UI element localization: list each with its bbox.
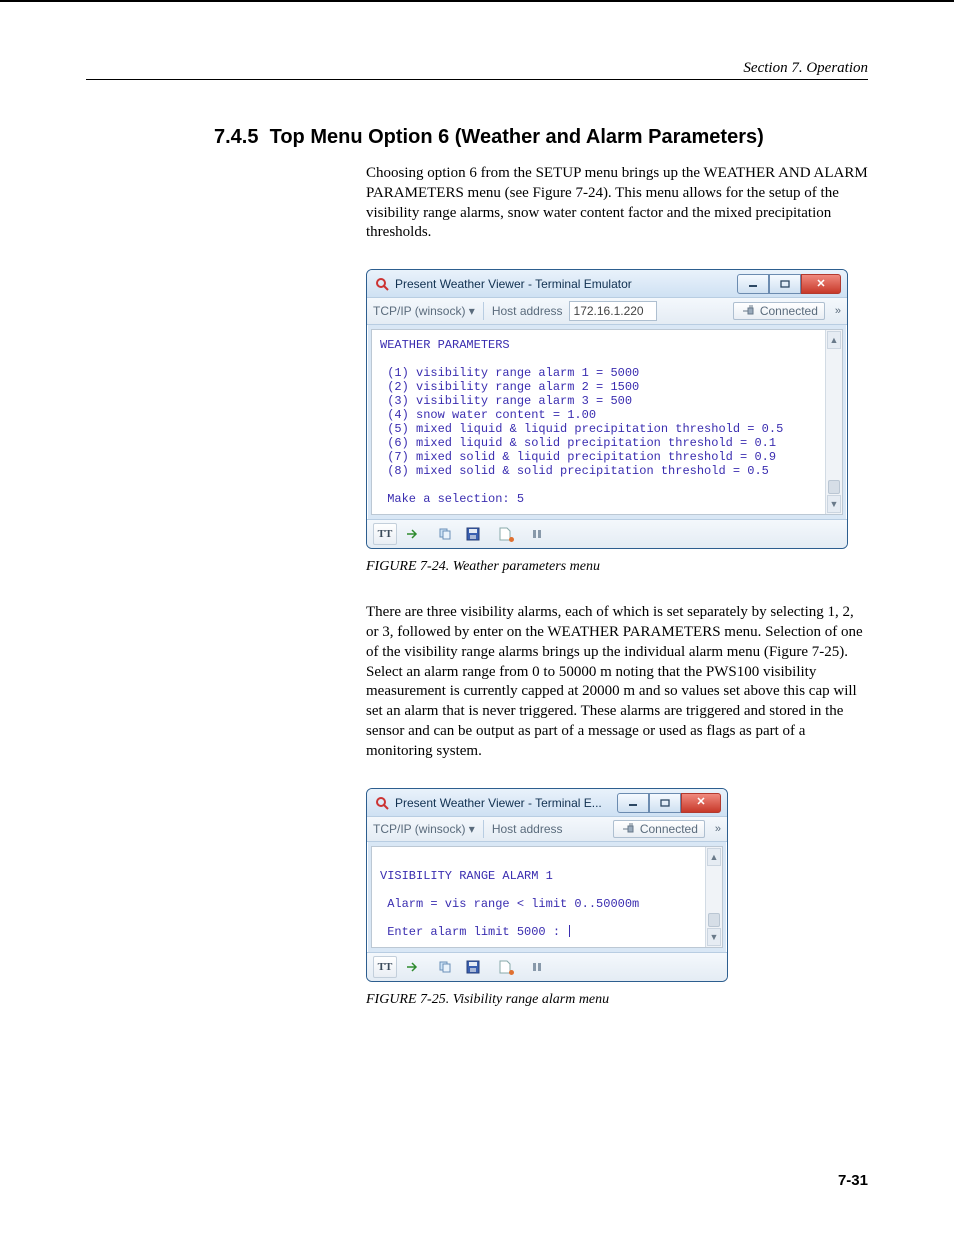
minimize-button[interactable] [737, 274, 769, 294]
prompt: Enter alarm limit 5000 : [380, 925, 567, 939]
figure-caption: FIGURE 7-24. Weather parameters menu [366, 559, 868, 575]
menu-item: (7) mixed solid & liquid precipitation t… [380, 450, 776, 464]
separator [483, 302, 484, 320]
arrow-right-icon [406, 528, 420, 540]
protocol-dropdown[interactable]: TCP/IP (winsock) ▾ [373, 304, 475, 318]
page-number: 7-31 [838, 1172, 868, 1189]
save-button[interactable] [461, 523, 485, 545]
scroll-thumb[interactable] [828, 480, 840, 494]
host-address-input[interactable] [569, 301, 657, 321]
save-button[interactable] [461, 956, 485, 978]
connection-toolbar: TCP/IP (winsock) ▾ Host address Connecte… [367, 297, 847, 325]
connection-toolbar: TCP/IP (winsock) ▾ Host address Connecte… [367, 816, 727, 842]
bottom-toolbar: TT [367, 952, 727, 981]
window-title: Present Weather Viewer - Terminal Emulat… [395, 277, 737, 291]
page: Section 7. Operation 7.4.5 Top Menu Opti… [0, 0, 954, 1235]
plug-icon [740, 304, 756, 318]
floppy-icon [466, 960, 480, 974]
tt-button[interactable]: TT [373, 523, 397, 545]
menu-item: (8) mixed solid & solid precipitation th… [380, 464, 769, 478]
menu-item: (4) snow water content = 1.00 [380, 408, 596, 422]
terminal-area: VISIBILITY RANGE ALARM 1 Alarm = vis ran… [371, 846, 723, 948]
menu-item: (2) visibility range alarm 2 = 1500 [380, 380, 639, 394]
figure-caption: FIGURE 7-25. Visibility range alarm menu [366, 992, 868, 1008]
overflow-chevrons-icon[interactable]: » [835, 305, 841, 317]
section-title: Top Menu Option 6 (Weather and Alarm Par… [270, 126, 764, 148]
titlebar[interactable]: Present Weather Viewer - Terminal Emulat… [367, 270, 847, 297]
protocol-label: TCP/IP (winsock) [373, 822, 465, 836]
arrow-right-icon [406, 961, 420, 973]
scroll-up-button[interactable]: ▲ [707, 848, 721, 866]
connect-button[interactable]: Connected [613, 820, 705, 838]
section-heading: 7.4.5 Top Menu Option 6 (Weather and Ala… [214, 126, 868, 149]
prompt: Make a selection: 5 [380, 492, 524, 506]
terminal-area: WEATHER PARAMETERS (1) visibility range … [371, 329, 843, 515]
pause-button[interactable] [525, 523, 549, 545]
host-address-label: Host address [492, 822, 563, 836]
terminal-window-weather-params: Present Weather Viewer - Terminal Emulat… [366, 269, 848, 549]
app-icon [375, 277, 389, 291]
running-header: Section 7. Operation [86, 60, 868, 80]
plug-icon [620, 822, 636, 836]
copy-button[interactable] [433, 523, 457, 545]
scroll-thumb[interactable] [708, 913, 720, 927]
copy-button[interactable] [433, 956, 457, 978]
menu-item: (6) mixed liquid & solid precipitation t… [380, 436, 776, 450]
menu-item: (1) visibility range alarm 1 = 5000 [380, 366, 639, 380]
window-title: Present Weather Viewer - Terminal E... [395, 796, 617, 810]
vertical-scrollbar[interactable]: ▲ ▼ [825, 330, 842, 514]
connect-button[interactable]: Connected [733, 302, 825, 320]
protocol-label: TCP/IP (winsock) [373, 304, 465, 318]
info-line: Alarm = vis range < limit 0..50000m [380, 897, 639, 911]
menu-title: WEATHER PARAMETERS [380, 338, 510, 352]
send-button[interactable] [401, 956, 425, 978]
file-icon [499, 527, 511, 541]
middle-paragraph: There are three visibility alarms, each … [366, 603, 868, 761]
menu-title: VISIBILITY RANGE ALARM 1 [380, 869, 553, 883]
copy-icon [438, 527, 452, 541]
pause-icon [531, 961, 543, 973]
new-file-button[interactable] [493, 956, 517, 978]
maximize-button[interactable] [769, 274, 801, 294]
host-address-label: Host address [492, 304, 563, 318]
close-button[interactable]: ✕ [681, 793, 721, 813]
connected-label: Connected [640, 822, 698, 836]
scroll-down-button[interactable]: ▼ [827, 495, 841, 513]
terminal-window-visibility-alarm: Present Weather Viewer - Terminal E... ✕… [366, 788, 728, 982]
vertical-scrollbar[interactable]: ▲ ▼ [705, 847, 722, 947]
app-icon [375, 796, 389, 810]
maximize-button[interactable] [649, 793, 681, 813]
separator [483, 820, 484, 838]
titlebar[interactable]: Present Weather Viewer - Terminal E... ✕ [367, 789, 727, 816]
pause-icon [531, 528, 543, 540]
tt-button[interactable]: TT [373, 956, 397, 978]
send-button[interactable] [401, 523, 425, 545]
close-button[interactable]: ✕ [801, 274, 841, 294]
minimize-button[interactable] [617, 793, 649, 813]
pause-button[interactable] [525, 956, 549, 978]
scroll-down-button[interactable]: ▼ [707, 928, 721, 946]
bottom-toolbar: TT [367, 519, 847, 548]
floppy-icon [466, 527, 480, 541]
scroll-up-button[interactable]: ▲ [827, 331, 841, 349]
menu-item: (3) visibility range alarm 3 = 500 [380, 394, 632, 408]
copy-icon [438, 960, 452, 974]
terminal-output[interactable]: WEATHER PARAMETERS (1) visibility range … [372, 330, 825, 514]
file-icon [499, 960, 511, 974]
intro-paragraph: Choosing option 6 from the SETUP menu br… [366, 164, 868, 243]
terminal-output[interactable]: VISIBILITY RANGE ALARM 1 Alarm = vis ran… [372, 847, 705, 947]
menu-item: (5) mixed liquid & liquid precipitation … [380, 422, 783, 436]
tt-icon: TT [378, 961, 393, 973]
section-number: 7.4.5 [214, 126, 258, 148]
new-file-button[interactable] [493, 523, 517, 545]
tt-icon: TT [378, 528, 393, 540]
connected-label: Connected [760, 304, 818, 318]
protocol-dropdown[interactable]: TCP/IP (winsock) ▾ [373, 822, 475, 836]
text-cursor-icon [569, 925, 570, 937]
overflow-chevrons-icon[interactable]: » [715, 823, 721, 835]
